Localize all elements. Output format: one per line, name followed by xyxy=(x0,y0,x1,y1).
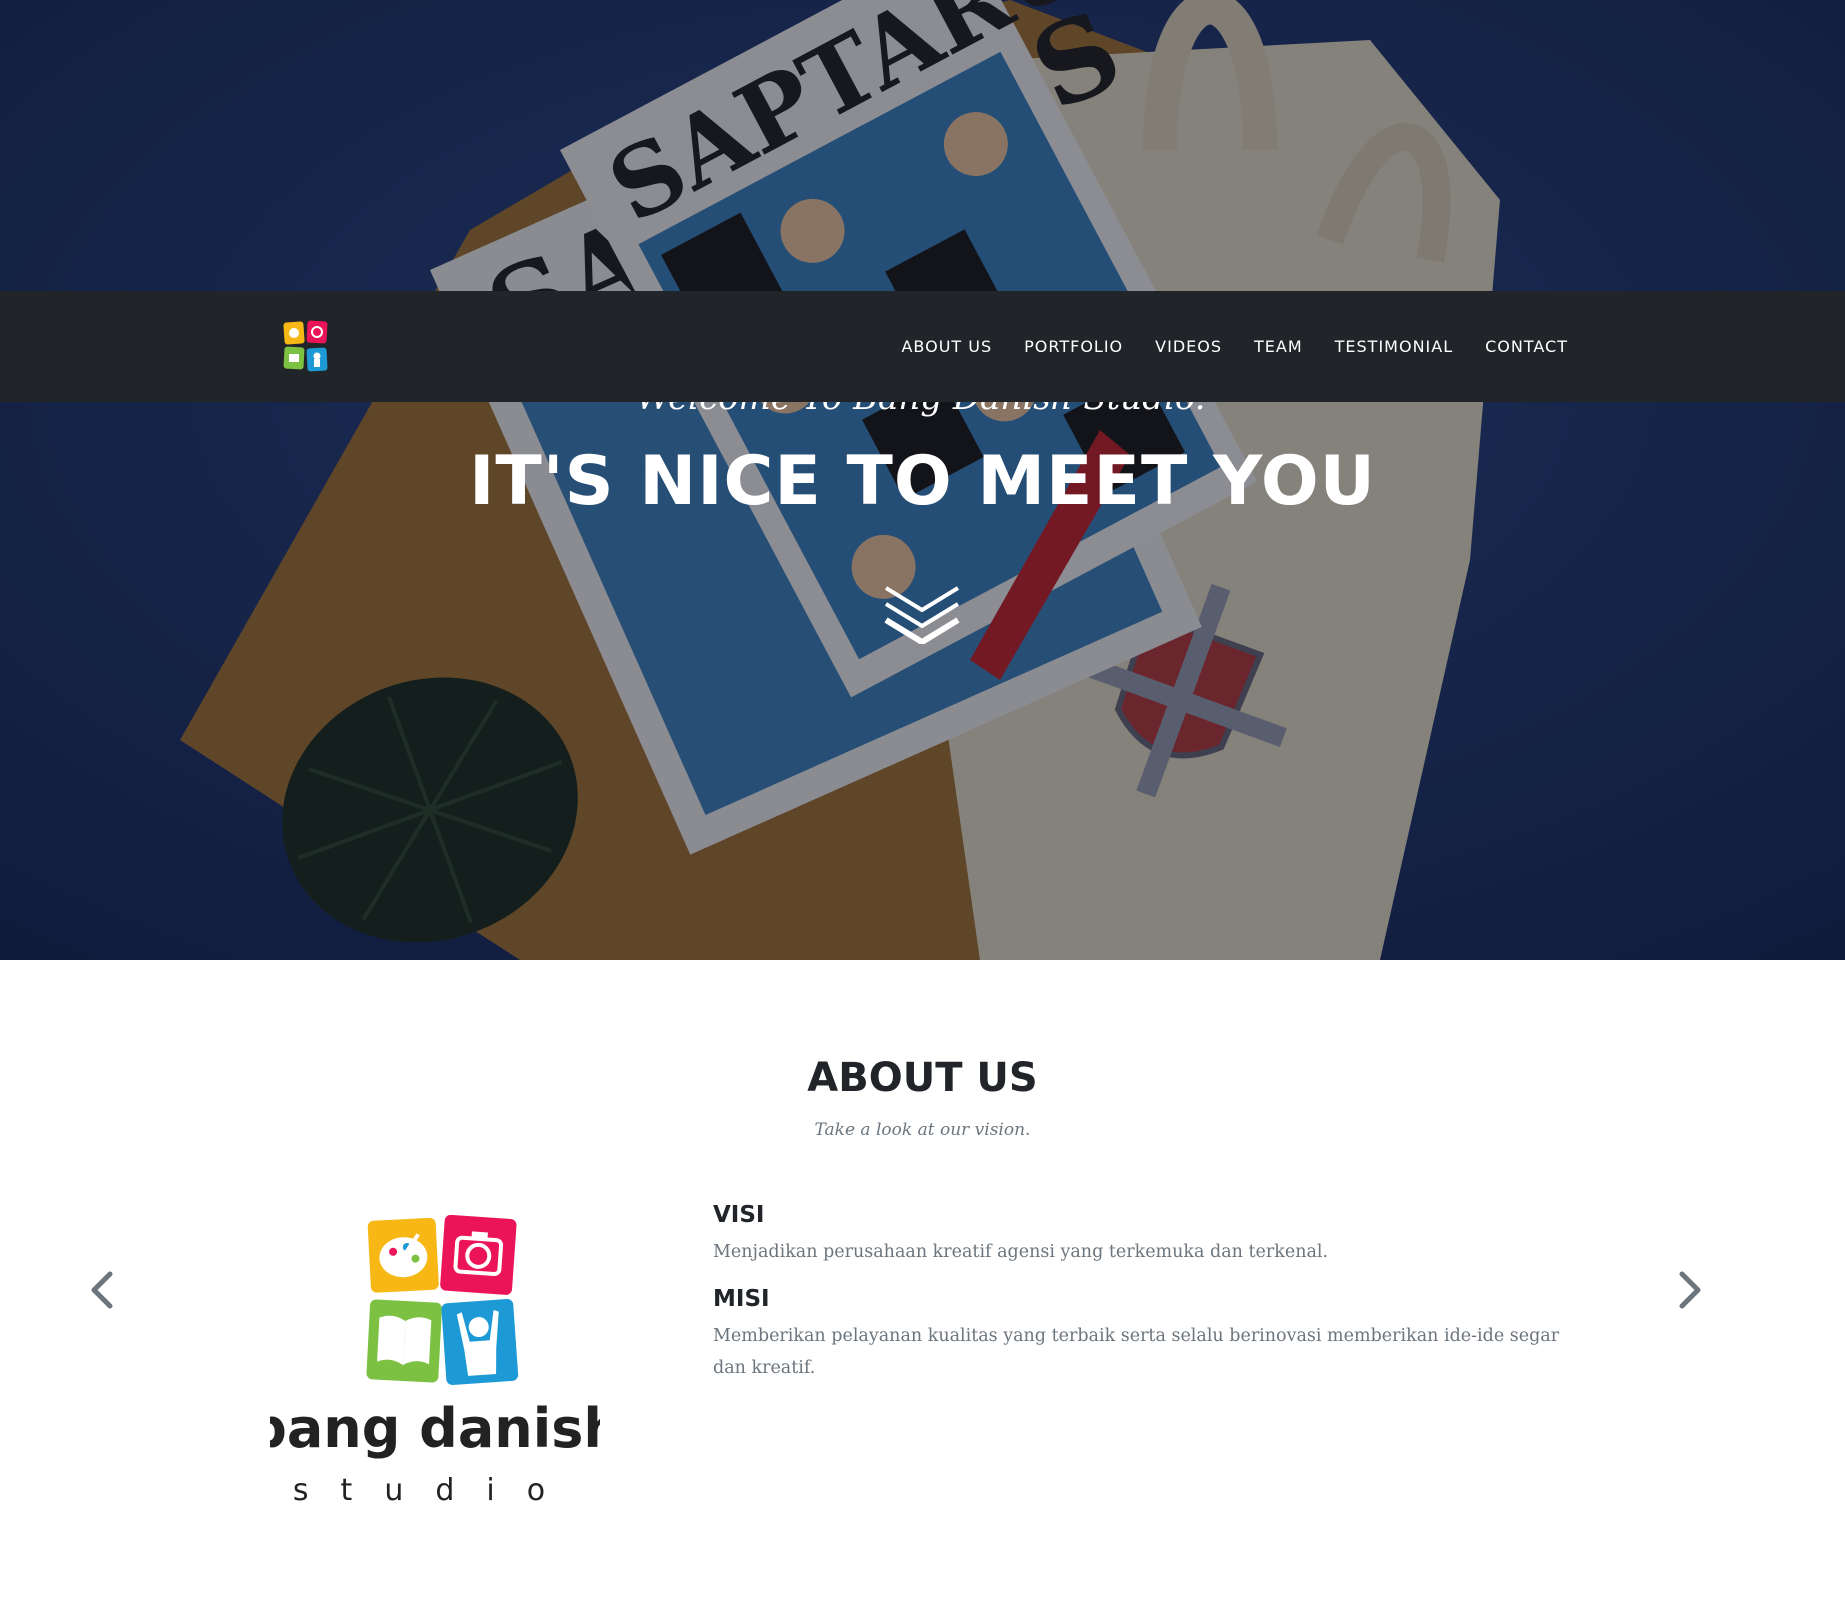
misi-text: Memberikan pelayanan kualitas yang terba… xyxy=(713,1326,1560,1378)
chevron-right-icon[interactable] xyxy=(1672,1268,1708,1312)
nav-link-videos[interactable]: VIDEOS xyxy=(1139,327,1238,366)
nav-link-about-us[interactable]: ABOUT US xyxy=(885,327,1008,366)
visi-heading: VISI xyxy=(713,1202,765,1228)
chevron-left-icon[interactable] xyxy=(84,1268,120,1312)
nav-link-portfolio[interactable]: PORTFOLIO xyxy=(1008,327,1139,366)
bang-danish-studio-logo: bang danish studio xyxy=(270,1215,600,1508)
hero-section: SAPTARUS SAPTARUS xyxy=(0,0,1845,960)
about-title: ABOUT US xyxy=(807,1055,1038,1101)
double-chevron-down-icon[interactable] xyxy=(882,582,962,644)
hero-title: IT'S NICE TO MEET YOU xyxy=(469,442,1376,521)
nav-link-contact[interactable]: CONTACT xyxy=(1469,327,1568,366)
bang-danish-studio-logo-icon[interactable] xyxy=(283,320,328,373)
nav-link-team[interactable]: TEAM xyxy=(1238,327,1319,366)
about-subtitle: Take a look at our vision. xyxy=(814,1120,1031,1140)
misi-heading: MISI xyxy=(713,1286,770,1312)
visi-block: VISI Menjadikan perusahaan kreatif agens… xyxy=(713,1202,1593,1268)
misi-block: MISI Memberikan pelayanan kualitas yang … xyxy=(713,1286,1593,1384)
nav-link-testimonial[interactable]: TESTIMONIAL xyxy=(1319,327,1469,366)
nav-links: ABOUT US PORTFOLIO VIDEOS TEAM TESTIMONI… xyxy=(885,291,1568,402)
svg-text:studio: studio xyxy=(293,1473,577,1508)
svg-text:bang danish: bang danish xyxy=(270,1397,600,1460)
main-navbar: ABOUT US PORTFOLIO VIDEOS TEAM TESTIMONI… xyxy=(0,291,1845,402)
visi-text: Menjadikan perusahaan kreatif agensi yan… xyxy=(713,1242,1329,1262)
